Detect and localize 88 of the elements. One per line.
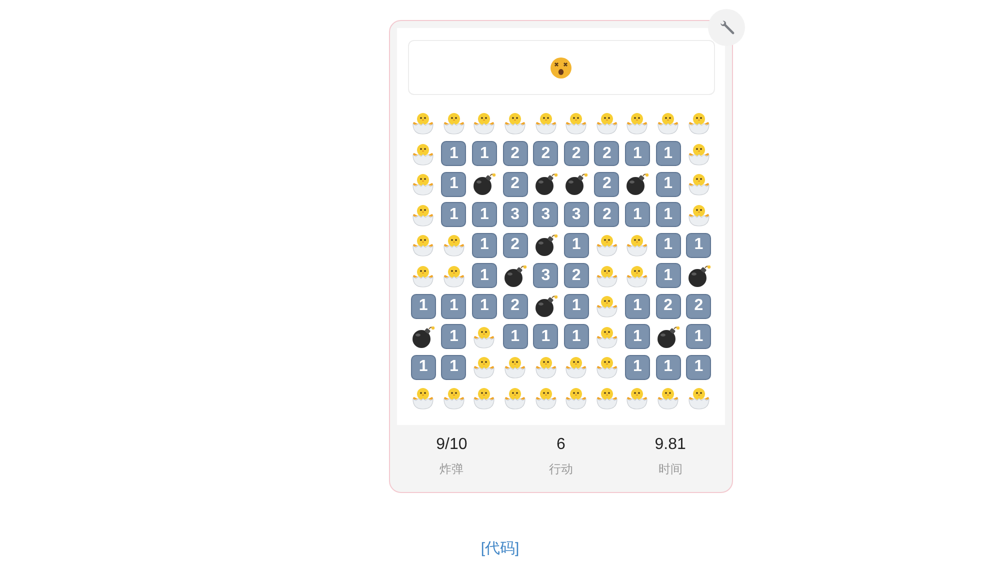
stat-label: 行动 <box>548 461 573 478</box>
hatching-chick-icon <box>502 110 528 136</box>
number-tile: 1 <box>656 141 681 166</box>
number-tile: 1 <box>686 354 712 380</box>
bomb-icon <box>410 324 436 350</box>
bomb-icon <box>471 171 498 198</box>
number-tile: 1 <box>624 354 650 380</box>
number-tile: 1 <box>656 232 681 258</box>
number-tile: 3 <box>533 202 558 228</box>
hatching-chick-icon <box>502 354 528 380</box>
number-tile: 1 <box>441 141 466 166</box>
number-tile: 1 <box>410 354 436 380</box>
hatching-chick-icon <box>532 110 559 136</box>
number-tile: 1 <box>564 232 589 258</box>
code-link[interactable]: [代码] <box>0 538 1000 560</box>
hatching-chick-icon <box>624 110 650 136</box>
number-tile: 1 <box>656 202 681 228</box>
hatching-chick-icon <box>471 354 498 380</box>
hatching-chick-icon <box>471 110 498 136</box>
number-tile: 2 <box>656 294 681 319</box>
number-tile: 2 <box>502 232 528 258</box>
number-tile: 1 <box>441 324 466 350</box>
number-tile: 1 <box>502 324 528 350</box>
number-tile: 3 <box>533 263 558 288</box>
stat-value: 9/10 <box>436 435 468 455</box>
number-tile: 2 <box>594 141 620 166</box>
number-tile: 1 <box>472 202 497 228</box>
number-tile: 1 <box>564 294 589 319</box>
number-tile: 1 <box>656 263 681 288</box>
number-tile: 3 <box>564 202 589 228</box>
stat-label: 炸弹 <box>440 461 464 478</box>
number-tile: 2 <box>594 172 620 197</box>
number-tile: 2 <box>564 141 589 166</box>
hatching-chick-icon <box>686 110 712 136</box>
number-tile: 1 <box>441 354 466 380</box>
number-tile: 1 <box>441 172 466 197</box>
hatching-chick-icon <box>410 110 436 136</box>
number-tile: 1 <box>472 232 497 258</box>
stat-value: 6 <box>556 435 566 455</box>
hatching-chick-icon <box>624 232 650 258</box>
hatching-chick-icon <box>686 171 712 198</box>
bomb-icon <box>532 293 559 320</box>
bomb-icon <box>624 171 650 198</box>
number-tile: 2 <box>533 141 558 166</box>
number-tile: 1 <box>410 294 436 319</box>
hatching-chick-icon <box>532 354 559 380</box>
number-tile: 1 <box>564 324 589 350</box>
hatching-chick-icon <box>410 232 436 258</box>
stat-value: 9.81 <box>654 435 686 455</box>
number-tile: 2 <box>502 141 528 166</box>
hatching-chick-icon <box>594 354 620 380</box>
number-tile: 1 <box>533 324 558 350</box>
bomb-icon <box>686 262 712 289</box>
stat-label: 时间 <box>658 461 682 478</box>
number-tile: 2 <box>564 263 589 288</box>
hatching-chick-icon <box>440 110 467 136</box>
number-tile: 2 <box>502 294 528 319</box>
bomb-icon <box>655 324 682 350</box>
number-tile: 1 <box>624 141 650 166</box>
number-tile: 1 <box>624 294 650 319</box>
hatching-chick-icon <box>563 110 590 136</box>
hatching-chick-icon <box>594 293 620 320</box>
number-tile: 3 <box>502 202 528 228</box>
number-tile: 1 <box>686 232 712 258</box>
number-tile: 1 <box>686 324 712 350</box>
wrench-icon <box>718 18 736 36</box>
bomb-icon <box>563 171 590 198</box>
number-tile: 1 <box>472 141 497 166</box>
number-tile: 2 <box>686 294 712 319</box>
number-tile: 1 <box>624 324 650 350</box>
bomb-icon <box>502 262 528 289</box>
number-tile: 1 <box>441 202 466 228</box>
hatching-chick-icon <box>594 110 620 136</box>
bomb-icon <box>532 232 559 258</box>
number-tile: 1 <box>441 294 466 319</box>
bomb-icon <box>532 171 559 198</box>
number-tile: 2 <box>594 202 620 228</box>
number-tile: 2 <box>502 172 528 197</box>
hatching-chick-icon <box>440 232 467 258</box>
hatching-chick-icon <box>594 232 620 258</box>
number-tile: 1 <box>472 263 497 288</box>
number-tile: 1 <box>656 354 681 380</box>
hatching-chick-icon <box>655 110 682 136</box>
number-tile: 1 <box>472 294 497 319</box>
number-tile: 1 <box>656 172 681 197</box>
number-tile: 1 <box>624 202 650 228</box>
hatching-chick-icon <box>563 354 590 380</box>
hatching-chick-icon <box>410 171 436 198</box>
